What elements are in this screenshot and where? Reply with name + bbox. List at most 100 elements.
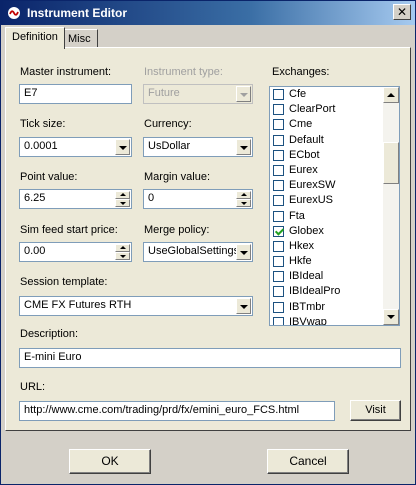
- close-button[interactable]: ✕: [393, 4, 411, 20]
- exchange-item[interactable]: Fta: [270, 209, 384, 224]
- exchange-name: IBTmbr: [289, 300, 326, 313]
- exchange-item[interactable]: ClearPort: [270, 102, 384, 117]
- exchange-name: Fta: [289, 209, 305, 222]
- tab-misc[interactable]: Misc: [61, 29, 98, 49]
- exchange-name: IBVwap: [289, 315, 327, 326]
- cancel-button[interactable]: Cancel: [267, 449, 349, 474]
- exchange-checkbox[interactable]: [273, 195, 284, 207]
- tab-definition[interactable]: Definition: [5, 27, 65, 49]
- session-template-select[interactable]: CME FX Futures RTH: [19, 296, 253, 316]
- chevron-down-icon[interactable]: [236, 139, 251, 155]
- margin-value-value: 0: [148, 192, 155, 204]
- url-input[interactable]: http://www.cme.com/trading/prd/fx/emini_…: [19, 401, 335, 421]
- window-title: Instrument Editor: [27, 6, 128, 20]
- exchange-item[interactable]: Hkfe: [270, 254, 384, 269]
- session-template-value: CME FX Futures RTH: [24, 299, 132, 311]
- instrument-type-value: Future: [148, 87, 180, 99]
- chevron-down-icon[interactable]: [236, 298, 251, 314]
- chevron-down-icon[interactable]: [236, 244, 251, 260]
- exchange-checkbox[interactable]: [273, 256, 284, 268]
- currency-label: Currency:: [144, 118, 192, 130]
- chevron-down-icon[interactable]: [115, 139, 130, 155]
- exchange-item[interactable]: ECbot: [270, 148, 384, 163]
- exchange-item[interactable]: IBTmbr: [270, 300, 384, 315]
- currency-select[interactable]: UsDollar: [143, 137, 253, 157]
- exchange-item[interactable]: Default: [270, 133, 384, 148]
- exchange-checkbox[interactable]: [273, 134, 284, 146]
- exchanges-items: Cfe ClearPort Cme Default ECbot Eurex EurexSW E…: [270, 87, 384, 326]
- app-logo-icon: [8, 7, 20, 19]
- merge-policy-label: Merge policy:: [144, 224, 210, 236]
- spin-up-icon[interactable]: [115, 244, 130, 252]
- ok-button[interactable]: OK: [69, 449, 151, 474]
- margin-value-spinner[interactable]: [236, 191, 251, 207]
- exchange-name: ECbot: [289, 148, 320, 161]
- exchange-item[interactable]: Eurex: [270, 163, 384, 178]
- spin-up-icon[interactable]: [236, 191, 251, 199]
- scroll-thumb[interactable]: [383, 142, 399, 184]
- master-instrument-input[interactable]: E7: [19, 84, 132, 104]
- instrument-type-label: Instrument type:: [144, 66, 223, 78]
- exchange-item[interactable]: EurexSW: [270, 178, 384, 193]
- exchange-checkbox[interactable]: [273, 104, 284, 116]
- exchange-checkbox[interactable]: [273, 225, 284, 237]
- merge-policy-select[interactable]: UseGlobalSettings: [143, 242, 253, 262]
- exchange-checkbox[interactable]: [273, 286, 284, 298]
- point-value-spinner[interactable]: [115, 191, 130, 207]
- exchange-name: Eurex: [289, 163, 318, 176]
- exchange-item[interactable]: EurexUS: [270, 193, 384, 208]
- title-bar[interactable]: Instrument Editor ✕: [1, 1, 415, 25]
- exchanges-scrollbar[interactable]: [383, 87, 399, 325]
- exchange-name: Default: [289, 133, 324, 146]
- exchange-checkbox[interactable]: [273, 271, 284, 283]
- exchanges-list[interactable]: Cfe ClearPort Cme Default ECbot Eurex EurexSW E…: [269, 86, 400, 326]
- visit-button[interactable]: Visit: [350, 400, 401, 421]
- exchange-checkbox[interactable]: [273, 316, 284, 325]
- exchange-checkbox[interactable]: [273, 149, 284, 161]
- exchange-name: Hkfe: [289, 255, 312, 268]
- exchange-checkbox[interactable]: [273, 89, 284, 100]
- scroll-up-icon[interactable]: [383, 87, 399, 103]
- point-value-input[interactable]: 6.25: [19, 189, 132, 209]
- tick-size-select[interactable]: 0.0001: [19, 137, 132, 157]
- exchange-item[interactable]: IBVwap: [270, 315, 384, 326]
- exchange-item[interactable]: Hkex: [270, 239, 384, 254]
- exchange-checkbox[interactable]: [273, 210, 284, 222]
- margin-value-input[interactable]: 0: [143, 189, 253, 209]
- exchange-name: IBIdeal: [289, 270, 324, 283]
- exchange-checkbox[interactable]: [273, 240, 284, 252]
- currency-value: UsDollar: [148, 140, 191, 152]
- spin-down-icon[interactable]: [236, 199, 251, 207]
- tick-size-label: Tick size:: [20, 118, 66, 130]
- spin-down-icon[interactable]: [115, 252, 130, 260]
- exchange-item[interactable]: Cme: [270, 117, 384, 132]
- point-value-value: 6.25: [24, 192, 46, 204]
- master-instrument-label: Master instrument:: [20, 66, 112, 78]
- tick-size-value: 0.0001: [24, 140, 58, 152]
- exchange-checkbox[interactable]: [273, 164, 284, 176]
- exchange-name: EurexSW: [289, 179, 336, 192]
- instrument-type-select: Future: [143, 84, 253, 104]
- scroll-down-icon[interactable]: [383, 309, 399, 325]
- url-label: URL:: [20, 381, 46, 393]
- instrument-editor-window: Instrument Editor ✕ Definition Misc Mast…: [0, 0, 416, 485]
- sim-feed-start-price-value: 0.00: [24, 245, 46, 257]
- sim-feed-spinner[interactable]: [115, 244, 130, 260]
- exchanges-label: Exchanges:: [272, 66, 330, 78]
- exchange-item[interactable]: IBIdeal: [270, 269, 384, 284]
- exchange-item[interactable]: Globex: [270, 224, 384, 239]
- spin-down-icon[interactable]: [115, 199, 130, 207]
- sim-feed-start-price-input[interactable]: 0.00: [19, 242, 132, 262]
- exchange-name: Cme: [289, 118, 313, 131]
- sim-feed-start-price-label: Sim feed start price:: [20, 224, 118, 236]
- exchange-item[interactable]: IBIdealPro: [270, 284, 384, 299]
- chevron-down-icon: [236, 86, 251, 102]
- spin-up-icon[interactable]: [115, 191, 130, 199]
- point-value-label: Point value:: [20, 171, 78, 183]
- description-input[interactable]: E-mini Euro: [19, 348, 401, 368]
- exchange-checkbox[interactable]: [273, 119, 284, 131]
- exchange-checkbox[interactable]: [273, 301, 284, 313]
- session-template-label: Session template:: [20, 276, 108, 288]
- exchange-checkbox[interactable]: [273, 180, 284, 192]
- exchange-item[interactable]: Cfe: [270, 87, 384, 102]
